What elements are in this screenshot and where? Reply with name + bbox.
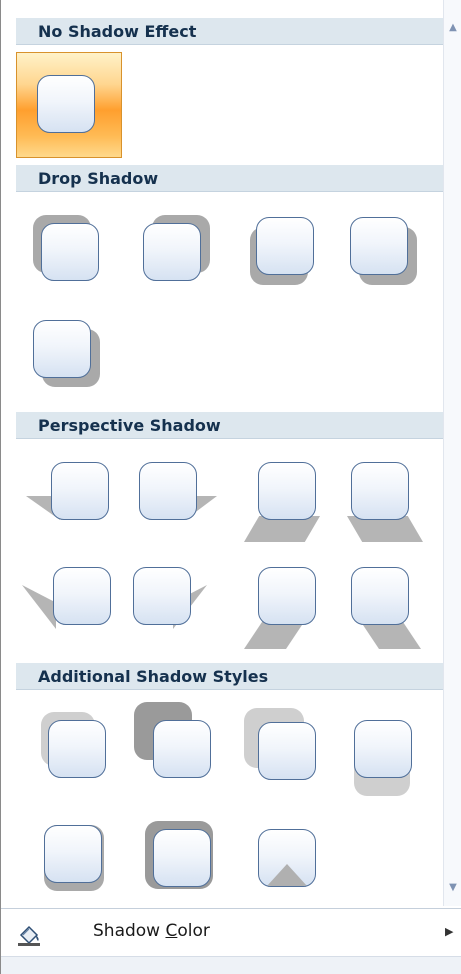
shadow-effects-menu: No Shadow Effect Drop Shadow Perspective… <box>0 0 461 974</box>
vertical-scrollbar[interactable]: ▲ ▼ <box>443 0 461 906</box>
option-perspective-shadow-6[interactable] <box>111 545 211 645</box>
option-perspective-shadow-3[interactable] <box>236 440 336 542</box>
shape-preview <box>48 720 106 778</box>
shadow-color-label: Shadow Color <box>93 921 210 941</box>
shape-preview <box>41 223 99 281</box>
option-additional-shadow-6[interactable] <box>121 795 221 895</box>
menu-bottom-edge <box>1 956 461 974</box>
option-additional-shadow-2[interactable] <box>121 690 221 790</box>
option-drop-shadow-3[interactable] <box>236 195 336 295</box>
shape-preview <box>53 567 111 625</box>
shadow <box>22 585 56 629</box>
shape-preview <box>258 567 316 625</box>
shape-preview <box>143 223 201 281</box>
shadow-color-menu-item[interactable]: Shadow Color ▶ <box>1 908 461 956</box>
shape-preview <box>33 320 91 378</box>
option-drop-shadow-1[interactable] <box>16 195 116 295</box>
shape-preview <box>256 217 314 275</box>
option-additional-shadow-4[interactable] <box>331 690 431 796</box>
shape-preview <box>351 462 409 520</box>
option-additional-shadow-1[interactable] <box>16 690 116 790</box>
option-perspective-shadow-2[interactable] <box>121 440 221 540</box>
section-header-perspective-shadow: Perspective Shadow <box>16 412 443 439</box>
shape-preview <box>351 567 409 625</box>
option-drop-shadow-2[interactable] <box>121 195 221 295</box>
inner-triangle-shadow <box>267 864 307 886</box>
shape-preview <box>350 217 408 275</box>
shape-preview <box>258 722 316 780</box>
shape-preview <box>258 829 316 887</box>
paint-bucket-icon <box>18 925 40 946</box>
option-no-shadow[interactable] <box>16 52 122 158</box>
shadow-color-text: Shadow Color <box>93 921 210 941</box>
option-perspective-shadow-5[interactable] <box>16 545 116 645</box>
option-perspective-shadow-1[interactable] <box>16 440 116 540</box>
option-additional-shadow-7[interactable] <box>236 795 336 895</box>
shape-preview <box>153 829 211 887</box>
option-additional-shadow-3[interactable] <box>236 690 336 790</box>
option-drop-shadow-4[interactable] <box>331 195 431 295</box>
option-perspective-shadow-4[interactable] <box>331 440 431 542</box>
section-header-additional-shadow: Additional Shadow Styles <box>16 663 443 690</box>
shape-preview <box>51 462 109 520</box>
shape-preview <box>44 825 102 883</box>
section-header-drop-shadow: Drop Shadow <box>16 165 443 192</box>
option-additional-shadow-5[interactable] <box>16 795 116 895</box>
shape-preview <box>133 567 191 625</box>
shape-preview <box>354 720 412 778</box>
shape-preview <box>258 462 316 520</box>
option-perspective-shadow-8[interactable] <box>331 545 431 649</box>
access-key: C <box>165 921 178 941</box>
scroll-down-arrow-icon[interactable]: ▼ <box>444 880 461 896</box>
shape-preview <box>153 720 211 778</box>
shape-preview <box>37 75 95 133</box>
section-header-no-shadow: No Shadow Effect <box>16 18 443 45</box>
chevron-right-icon: ▶ <box>445 925 454 938</box>
option-perspective-shadow-7[interactable] <box>236 545 336 649</box>
shape-preview <box>139 462 197 520</box>
option-drop-shadow-5[interactable] <box>16 295 116 395</box>
scroll-up-arrow-icon[interactable]: ▲ <box>444 20 461 36</box>
